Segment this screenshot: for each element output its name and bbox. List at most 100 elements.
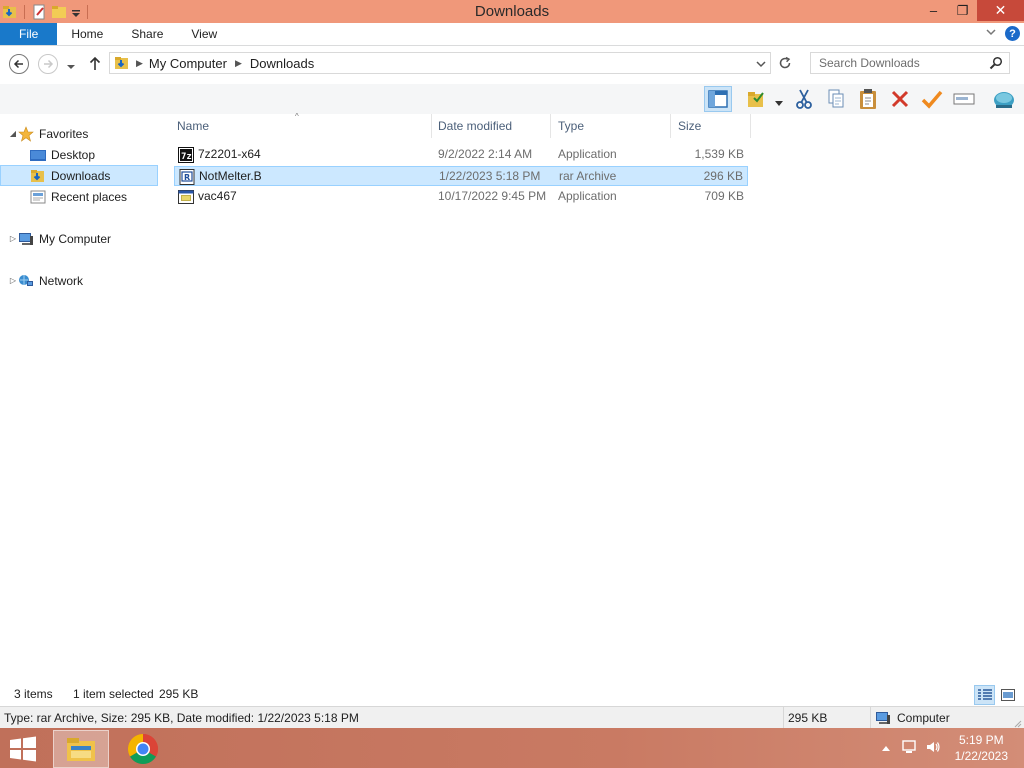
qat-separator (87, 4, 88, 19)
volume-icon[interactable] (925, 739, 941, 758)
folder-download-icon[interactable] (2, 4, 18, 20)
details-view-button[interactable] (974, 685, 995, 705)
file-type: rar Archive (559, 169, 617, 183)
taskbar-chrome[interactable] (115, 730, 171, 768)
forward-button[interactable] (38, 54, 58, 74)
clock-date: 1/22/2023 (954, 749, 1008, 763)
network-status-icon[interactable] (901, 739, 917, 758)
tab-home[interactable]: Home (57, 23, 117, 45)
search-placeholder: Search Downloads (819, 56, 920, 70)
properties-icon[interactable] (31, 4, 47, 20)
search-input[interactable]: Search Downloads (810, 52, 1010, 74)
item-count: 3 items (14, 687, 53, 701)
collapsed-arrow-icon[interactable]: ▷ (8, 234, 18, 243)
chevron-down-icon (756, 61, 766, 68)
help-icon[interactable]: ? (1005, 26, 1020, 41)
cut-button[interactable] (790, 86, 818, 112)
column-name-label: Name (177, 119, 210, 133)
back-button[interactable] (9, 54, 29, 74)
close-button[interactable]: ✕ (977, 0, 1024, 21)
minimize-button[interactable]: – (919, 0, 948, 21)
window-controls: – ❐ ✕ (919, 0, 1024, 21)
rename-button[interactable] (950, 86, 978, 112)
properties-button[interactable] (990, 86, 1018, 112)
tab-file[interactable]: File (0, 23, 58, 45)
command-toolbar (0, 84, 1024, 114)
nav-desktop[interactable]: Desktop (0, 144, 158, 165)
file-size: 1,539 KB (694, 147, 744, 161)
title-bar: Downloads – ❐ ✕ (0, 0, 1024, 23)
column-size-label: Size (678, 119, 702, 133)
select-dropdown-arrow[interactable] (775, 96, 783, 110)
show-hidden-icons-button[interactable] (881, 741, 891, 755)
chrome-icon (127, 734, 159, 765)
folder-check-icon (748, 92, 764, 107)
column-header-name[interactable]: Name ^ (169, 112, 432, 138)
delete-button[interactable] (886, 86, 914, 112)
clock[interactable]: 5:19 PM 1/22/2023 (955, 732, 1008, 764)
navigation-bar: ▶ My Computer ▶ Downloads Search Downloa… (0, 46, 1024, 84)
search-icon[interactable] (989, 56, 1003, 73)
breadcrumb-separator-icon[interactable]: ▶ (136, 58, 143, 69)
window-title: Downloads (474, 3, 550, 20)
up-button[interactable] (88, 56, 102, 75)
file-size: 709 KB (704, 189, 744, 203)
new-folder-icon[interactable] (51, 4, 67, 20)
nav-favorites[interactable]: ◢ Favorites (0, 123, 158, 144)
qat-customize-icon[interactable] (71, 4, 81, 20)
file-explorer-icon (67, 738, 95, 761)
apply-button[interactable] (918, 86, 946, 112)
globe-properties-icon (994, 92, 1014, 108)
breadcrumb-downloads[interactable]: Downloads (250, 56, 314, 71)
application-icon (178, 189, 194, 205)
taskbar-file-explorer[interactable] (53, 730, 109, 768)
maximize-button[interactable]: ❐ (948, 0, 977, 21)
file-row[interactable]: vac467 10/17/2022 9:45 PM Application 70… (174, 187, 748, 207)
tab-view[interactable]: View (177, 23, 231, 45)
paste-button[interactable] (854, 86, 882, 112)
chevron-up-icon (881, 746, 890, 751)
nav-downloads[interactable]: Downloads (0, 165, 158, 186)
arrow-left-icon (13, 59, 23, 69)
chevron-down-icon (775, 101, 783, 106)
large-icons-view-button[interactable] (997, 685, 1018, 705)
breadcrumb-my-computer[interactable]: My Computer (149, 56, 227, 71)
column-header-size[interactable]: Size (670, 114, 751, 138)
recent-locations-dropdown[interactable] (66, 60, 76, 74)
column-header-date-modified[interactable]: Date modified (430, 114, 551, 138)
collapsed-arrow-icon[interactable]: ▷ (8, 276, 18, 285)
taskbar: 5:19 PM 1/22/2023 (0, 728, 1024, 768)
computer-icon (18, 231, 34, 247)
selection-count: 1 item selected (73, 687, 154, 701)
desktop-label: Desktop (51, 147, 96, 162)
my-computer-label: My Computer (39, 231, 112, 246)
file-row-selected[interactable]: R NotMelter.B 1/22/2023 5:18 PM rar Arch… (174, 166, 748, 186)
expand-ribbon-icon[interactable] (985, 26, 997, 41)
select-all-button[interactable] (742, 86, 770, 112)
refresh-button[interactable] (774, 53, 796, 73)
network-icon (18, 273, 34, 289)
file-size: 296 KB (703, 169, 743, 183)
nav-recent-places[interactable]: Recent places (0, 186, 158, 207)
star-icon (18, 125, 34, 142)
file-date: 10/17/2022 9:45 PM (438, 189, 547, 203)
copy-button[interactable] (822, 86, 850, 112)
tab-share[interactable]: Share (117, 23, 177, 45)
address-bar[interactable]: ▶ My Computer ▶ Downloads (109, 52, 771, 74)
file-date: 1/22/2023 5:18 PM (439, 169, 541, 183)
network-label: Network (39, 273, 84, 288)
nav-my-computer[interactable]: ▷ My Computer (0, 228, 158, 249)
preview-pane-button[interactable] (704, 86, 732, 112)
expanded-arrow-icon[interactable]: ◢ (8, 129, 18, 138)
breadcrumb-separator-icon[interactable]: ▶ (235, 58, 242, 69)
file-type: Application (558, 189, 617, 203)
file-row[interactable]: 7z 7z2201-x64 9/2/2022 2:14 AM Applicati… (174, 145, 748, 165)
quick-access-toolbar (0, 0, 90, 23)
computer-icon (875, 710, 891, 726)
recent-places-label: Recent places (51, 189, 128, 204)
start-button[interactable] (8, 736, 38, 762)
selection-details-text: Type: rar Archive, Size: 295 KB, Date mo… (4, 710, 359, 725)
column-header-type[interactable]: Type (550, 114, 671, 138)
address-history-dropdown[interactable] (756, 57, 766, 72)
nav-network[interactable]: ▷ Network (0, 270, 158, 291)
